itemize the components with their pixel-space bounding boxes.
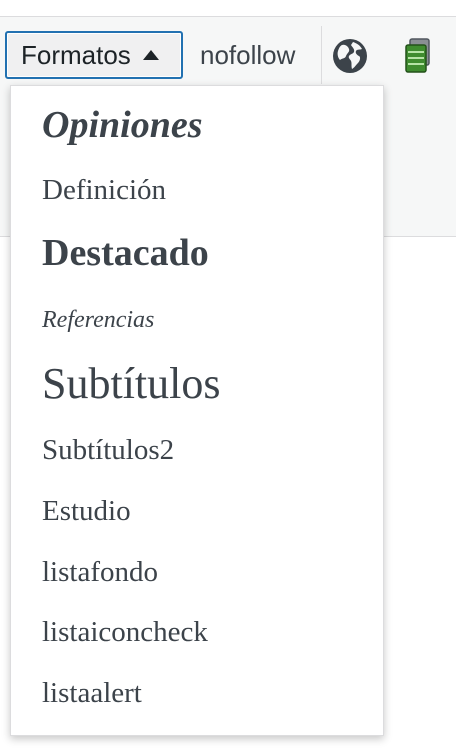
- menu-item-definicion[interactable]: Definición: [42, 176, 166, 205]
- nofollow-button[interactable]: nofollow: [192, 31, 303, 79]
- caret-up-icon: [142, 50, 159, 60]
- menu-item-destacado[interactable]: Destacado: [42, 234, 209, 272]
- menu-item-subtitulos[interactable]: Subtítulos: [42, 362, 221, 406]
- toolbar-separator: [321, 26, 322, 84]
- menu-item-listaalert[interactable]: listaalert: [42, 679, 142, 708]
- globe-button[interactable]: [330, 36, 370, 76]
- database-icon: [405, 38, 430, 73]
- top-strip: [0, 0, 456, 17]
- formats-button-label: Formatos: [21, 39, 131, 70]
- database-button[interactable]: [398, 36, 438, 76]
- menu-item-subtitulos2[interactable]: Subtítulos2: [42, 436, 174, 465]
- menu-item-listaiconcheck[interactable]: listaiconcheck: [42, 618, 208, 647]
- globe-icon: [333, 39, 367, 73]
- menu-item-estudio[interactable]: Estudio: [42, 497, 131, 526]
- menu-item-opiniones[interactable]: Opiniones: [42, 106, 202, 144]
- nofollow-button-label: nofollow: [200, 39, 296, 70]
- formats-dropdown-button[interactable]: Formatos: [5, 31, 183, 79]
- formats-dropdown-menu: Opiniones Definición Destacado Referenci…: [10, 85, 384, 736]
- menu-item-referencias[interactable]: Referencias: [42, 308, 154, 332]
- menu-item-listafondo[interactable]: listafondo: [42, 558, 158, 587]
